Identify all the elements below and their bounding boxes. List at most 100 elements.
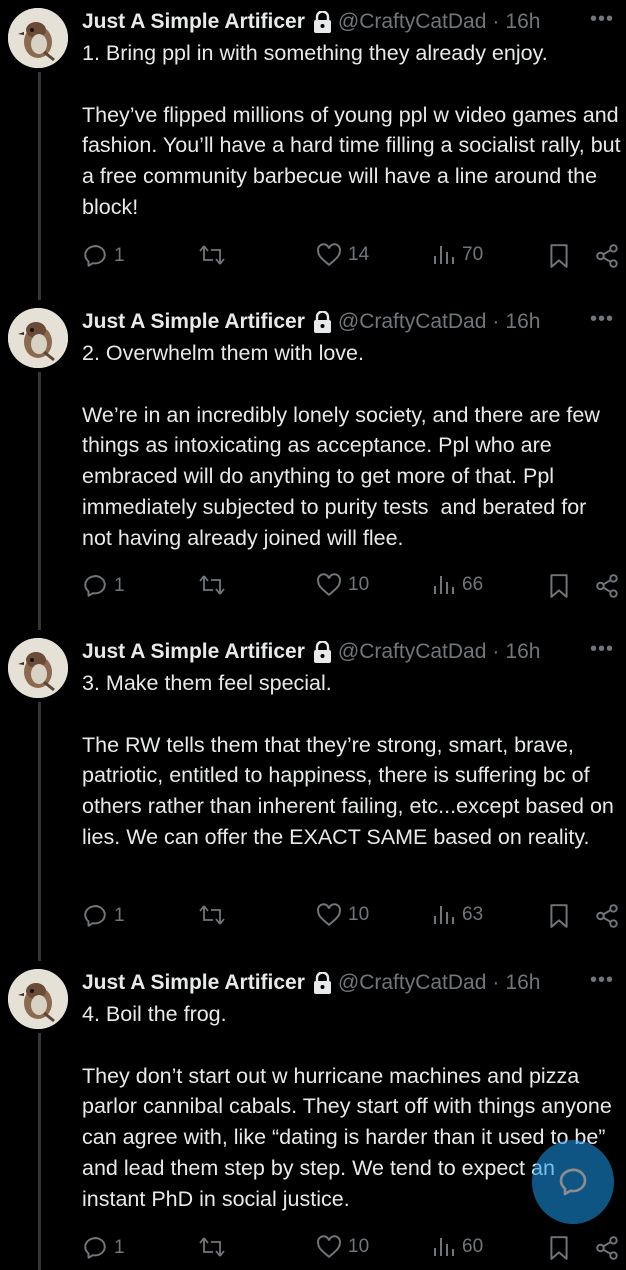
bookmark-button[interactable] bbox=[548, 573, 570, 599]
thread-line bbox=[38, 702, 41, 961]
views-count: 63 bbox=[462, 904, 484, 925]
author-name[interactable]: Just A Simple Artificer bbox=[82, 310, 305, 334]
views-button[interactable]: 60 bbox=[432, 1235, 483, 1259]
tweet-4[interactable]: Just A Simple Artificer @CraftyCatDad · … bbox=[0, 961, 626, 1270]
timestamp[interactable]: 16h bbox=[505, 310, 540, 334]
like-count: 10 bbox=[348, 1236, 370, 1257]
author-name[interactable]: Just A Simple Artificer bbox=[82, 10, 305, 34]
author-handle[interactable]: @CraftyCatDad bbox=[338, 310, 487, 334]
bookmark-button[interactable] bbox=[548, 243, 570, 269]
views-count: 66 bbox=[462, 574, 484, 595]
retweet-button[interactable] bbox=[198, 1235, 226, 1259]
separator-dot: · bbox=[492, 310, 500, 333]
more-icon[interactable]: ••• bbox=[590, 308, 614, 331]
compose-reply-button[interactable] bbox=[532, 1140, 614, 1224]
lock-icon bbox=[313, 311, 332, 333]
separator-dot: · bbox=[492, 10, 500, 33]
retweet-button[interactable] bbox=[198, 573, 226, 597]
bookmark-icon bbox=[548, 573, 570, 599]
more-icon[interactable]: ••• bbox=[590, 8, 614, 31]
compose-icon bbox=[559, 1168, 587, 1196]
share-button[interactable] bbox=[594, 573, 620, 599]
like-button[interactable]: 10 bbox=[316, 903, 369, 927]
reply-icon bbox=[82, 573, 108, 599]
tweet-actions: 1 10 66 bbox=[82, 573, 622, 603]
reply-button[interactable]: 1 bbox=[82, 903, 125, 929]
like-button[interactable]: 10 bbox=[316, 1235, 369, 1259]
reply-button[interactable]: 1 bbox=[82, 243, 125, 269]
author-name[interactable]: Just A Simple Artificer bbox=[82, 971, 305, 995]
reply-count: 1 bbox=[114, 575, 125, 596]
heart-icon bbox=[316, 1235, 342, 1259]
bookmark-button[interactable] bbox=[548, 1235, 570, 1261]
like-button[interactable]: 14 bbox=[316, 243, 369, 267]
author-handle[interactable]: @CraftyCatDad bbox=[338, 640, 487, 664]
thread-line bbox=[38, 372, 41, 630]
author-handle[interactable]: @CraftyCatDad bbox=[338, 971, 487, 995]
timestamp[interactable]: 16h bbox=[505, 640, 540, 664]
timestamp[interactable]: 16h bbox=[505, 10, 540, 34]
reply-count: 1 bbox=[114, 905, 125, 926]
avatar[interactable] bbox=[8, 969, 68, 1029]
author-handle[interactable]: @CraftyCatDad bbox=[338, 10, 487, 34]
views-button[interactable]: 63 bbox=[432, 903, 483, 927]
tweet-text: 1. Bring ppl in with something they alre… bbox=[82, 41, 621, 219]
views-icon bbox=[432, 243, 456, 267]
share-icon bbox=[594, 1235, 620, 1261]
retweet-button[interactable] bbox=[198, 243, 226, 267]
views-icon bbox=[432, 573, 456, 597]
reply-count: 1 bbox=[114, 1237, 125, 1258]
like-button[interactable]: 10 bbox=[316, 573, 369, 597]
bookmark-icon bbox=[548, 243, 570, 269]
views-button[interactable]: 70 bbox=[432, 243, 483, 267]
heart-icon bbox=[316, 573, 342, 597]
reply-icon bbox=[82, 1235, 108, 1261]
tweet-actions: 1 10 60 bbox=[82, 1235, 622, 1265]
share-button[interactable] bbox=[594, 1235, 620, 1261]
tweet-text: 2. Overwhelm them with love. We’re in an… bbox=[82, 341, 600, 550]
tweet-header: Just A Simple Artificer @CraftyCatDad · … bbox=[82, 969, 618, 997]
reply-icon bbox=[82, 903, 108, 929]
views-button[interactable]: 66 bbox=[432, 573, 483, 597]
avatar[interactable] bbox=[8, 308, 68, 368]
bookmark-icon bbox=[548, 1235, 570, 1261]
tweet-text: 3. Make them feel special. The RW tells … bbox=[82, 671, 614, 849]
like-count: 14 bbox=[348, 244, 370, 265]
tweet-3[interactable]: Just A Simple Artificer @CraftyCatDad · … bbox=[0, 630, 626, 961]
like-count: 10 bbox=[348, 904, 370, 925]
retweet-icon bbox=[198, 1235, 226, 1259]
retweet-icon bbox=[198, 903, 226, 927]
avatar[interactable] bbox=[8, 638, 68, 698]
reply-button[interactable]: 1 bbox=[82, 1235, 125, 1261]
avatar[interactable] bbox=[8, 8, 68, 68]
reply-button[interactable]: 1 bbox=[82, 573, 125, 599]
lock-icon bbox=[313, 11, 332, 33]
timestamp[interactable]: 16h bbox=[505, 971, 540, 995]
tweet-actions: 1 10 63 bbox=[82, 903, 622, 933]
share-button[interactable] bbox=[594, 903, 620, 929]
like-count: 10 bbox=[348, 574, 370, 595]
lock-icon bbox=[313, 641, 332, 663]
thread-line bbox=[38, 72, 41, 300]
more-icon[interactable]: ••• bbox=[590, 969, 614, 992]
heart-icon bbox=[316, 243, 342, 267]
bookmark-icon bbox=[548, 903, 570, 929]
retweet-button[interactable] bbox=[198, 903, 226, 927]
separator-dot: · bbox=[492, 640, 500, 663]
author-name[interactable]: Just A Simple Artificer bbox=[82, 640, 305, 664]
views-count: 70 bbox=[462, 244, 484, 265]
share-icon bbox=[594, 243, 620, 269]
reply-icon bbox=[82, 243, 108, 269]
retweet-icon bbox=[198, 243, 226, 267]
views-icon bbox=[432, 903, 456, 927]
more-icon[interactable]: ••• bbox=[590, 638, 614, 661]
tweet-1[interactable]: Just A Simple Artificer @CraftyCatDad · … bbox=[0, 0, 626, 300]
thread-line bbox=[38, 1033, 41, 1270]
share-button[interactable] bbox=[594, 243, 620, 269]
bookmark-button[interactable] bbox=[548, 903, 570, 929]
retweet-icon bbox=[198, 573, 226, 597]
tweet-actions: 1 14 70 bbox=[82, 243, 622, 273]
tweet-2[interactable]: Just A Simple Artificer @CraftyCatDad · … bbox=[0, 300, 626, 630]
share-icon bbox=[594, 903, 620, 929]
share-icon bbox=[594, 573, 620, 599]
